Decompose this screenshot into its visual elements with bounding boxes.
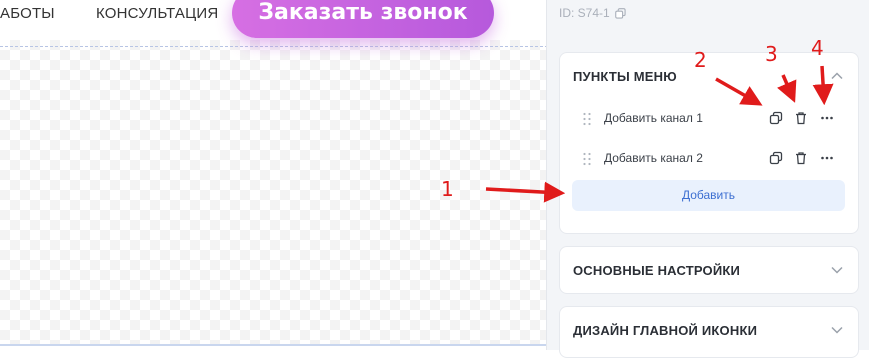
chevron-down-icon[interactable] — [830, 263, 844, 277]
copy-icon[interactable] — [615, 8, 626, 19]
menu-item-label[interactable]: Добавить канал 1 — [604, 111, 703, 125]
main-icon-design-section[interactable]: ДИЗАЙН ГЛАВНОЙ ИКОНКИ — [559, 306, 859, 358]
basic-settings-section[interactable]: ОСНОВНЫЕ НАСТРОЙКИ — [559, 246, 859, 294]
annotation-label: 2 — [694, 48, 707, 72]
order-call-button[interactable]: Заказать звонок — [232, 0, 494, 38]
copy-icon[interactable] — [769, 151, 783, 165]
drag-handle-icon[interactable] — [582, 152, 592, 166]
menu-item-row: Добавить канал 2 — [572, 143, 848, 173]
nav-link-works[interactable]: АБОТЫ — [0, 5, 55, 22]
preview-canvas — [0, 40, 548, 346]
nav-link-consultation[interactable]: КОНСУЛЬТАЦИЯ — [96, 5, 218, 22]
copy-icon[interactable] — [769, 111, 783, 125]
canvas-guide-line — [0, 46, 548, 47]
menu-item-row: Добавить канал 1 — [572, 103, 848, 133]
menu-items-title[interactable]: ПУНКТЫ МЕНЮ — [573, 69, 677, 84]
add-menu-item-button[interactable]: Добавить — [572, 180, 845, 211]
annotation-label: 4 — [811, 36, 824, 60]
annotation-label: 3 — [765, 42, 778, 66]
menu-items-section: ПУНКТЫ МЕНЮ Добавить канал 1 Добавить ка… — [559, 52, 859, 234]
main-icon-design-title[interactable]: ДИЗАЙН ГЛАВНОЙ ИКОНКИ — [573, 323, 757, 338]
canvas-bottom-border — [0, 344, 548, 346]
basic-settings-title[interactable]: ОСНОВНЫЕ НАСТРОЙКИ — [573, 263, 740, 278]
annotation-label: 1 — [441, 177, 454, 201]
widget-id-text: ID: S74-1 — [559, 6, 610, 20]
more-icon[interactable] — [820, 151, 834, 165]
chevron-down-icon[interactable] — [830, 323, 844, 337]
more-icon[interactable] — [820, 111, 834, 125]
trash-icon[interactable] — [794, 111, 808, 125]
trash-icon[interactable] — [794, 151, 808, 165]
chevron-up-icon[interactable] — [830, 69, 844, 83]
widget-id: ID: S74-1 — [559, 6, 626, 20]
page: АБОТЫ КОНСУЛЬТАЦИЯ Заказать звонок ID: S… — [0, 0, 872, 358]
drag-handle-icon[interactable] — [582, 112, 592, 126]
menu-item-label[interactable]: Добавить канал 2 — [604, 151, 703, 165]
